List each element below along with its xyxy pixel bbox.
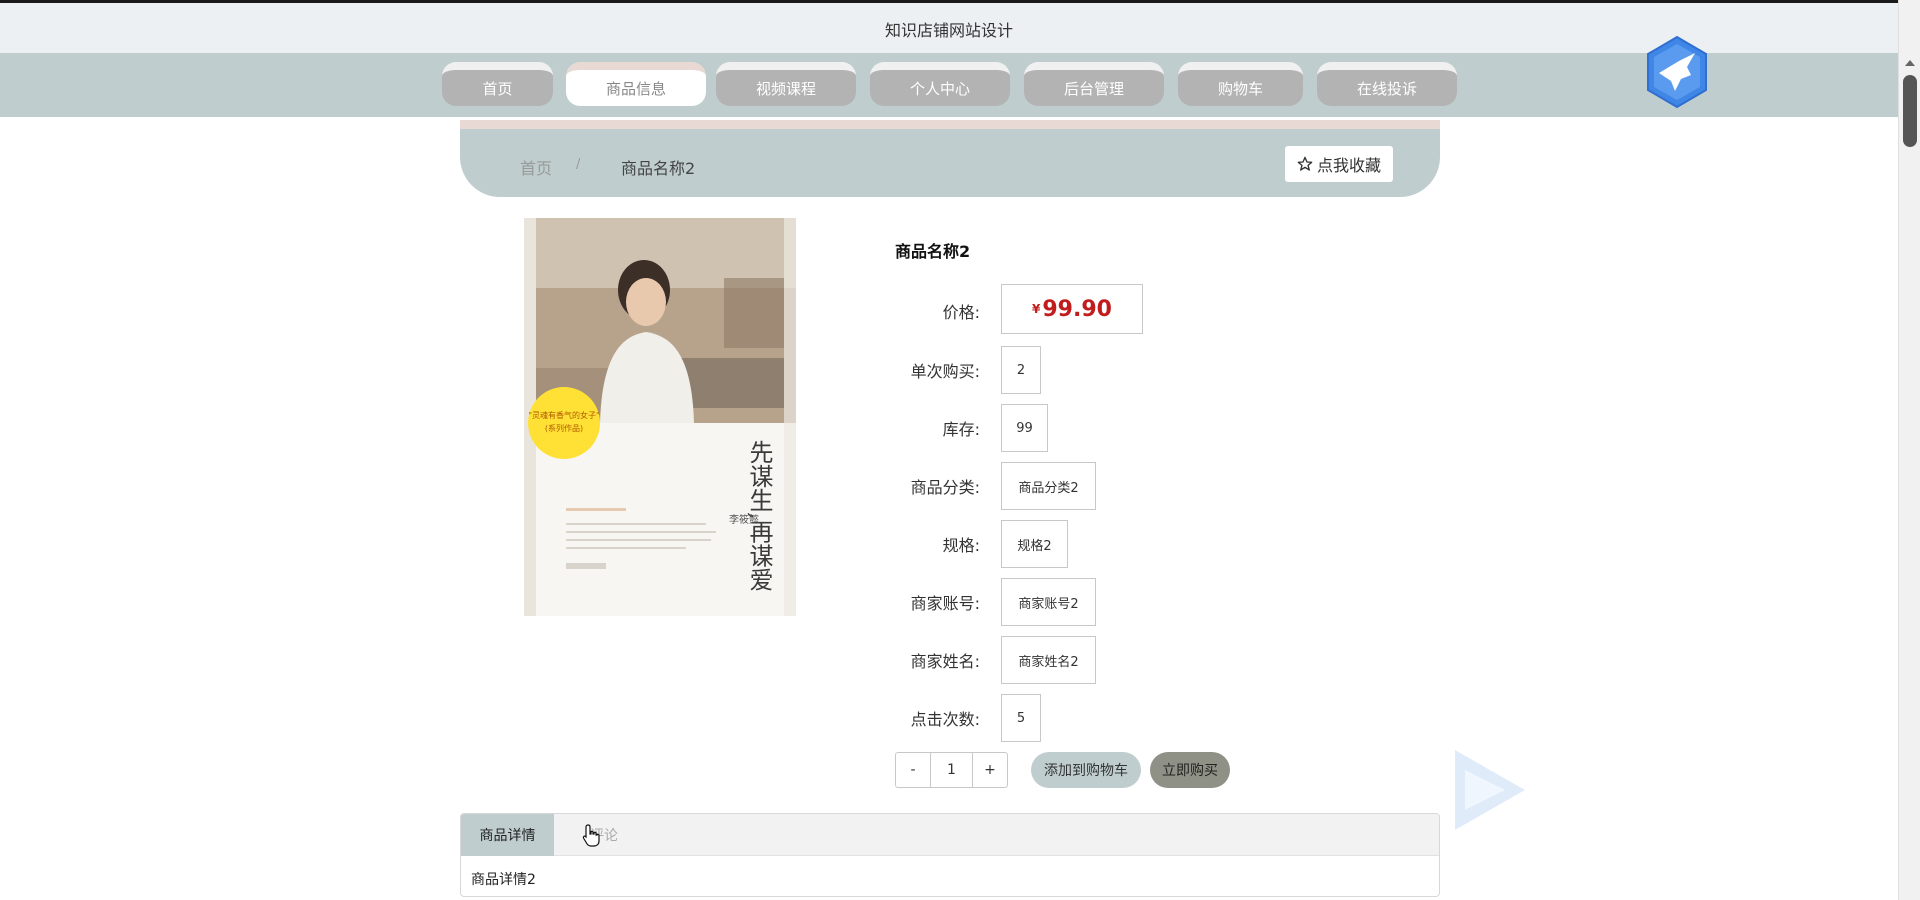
scroll-thumb[interactable]: [1903, 75, 1917, 147]
price-amount: 99.90: [1042, 296, 1112, 322]
cover-badge-line1: "灵魂有香气的女子": [528, 410, 599, 420]
favorite-button[interactable]: 点我收藏: [1285, 146, 1393, 182]
tab-header: 商品详情 评论: [461, 814, 1439, 856]
category-label: 商品分类:: [910, 478, 980, 497]
tab-comments[interactable]: 评论: [554, 814, 654, 856]
scroll-up-arrow-icon[interactable]: [1905, 60, 1915, 66]
nav-item-cart[interactable]: 购物车: [1178, 62, 1303, 106]
favorite-label: 点我收藏: [1316, 156, 1381, 175]
nav-item-admin[interactable]: 后台管理: [1024, 62, 1164, 106]
click-count-value: 5: [1001, 694, 1041, 742]
spec-value: 规格2: [1001, 520, 1068, 568]
category-value: 商品分类2: [1001, 462, 1096, 510]
site-title: 知识店铺网站设计: [884, 21, 1013, 40]
merchant-account-value: 商家账号2: [1001, 578, 1096, 626]
main-nav: 首页 商品信息 视频课程 个人中心 后台管理 购物车 在线投诉: [0, 53, 1898, 117]
single-purchase-label: 单次购买:: [910, 362, 980, 381]
nav-item-products[interactable]: 商品信息: [566, 62, 706, 106]
price-label: 价格:: [942, 303, 980, 322]
merchant-name-label: 商家姓名:: [910, 652, 980, 671]
hand-cursor-icon: [582, 824, 600, 847]
nav-item-home[interactable]: 首页: [442, 62, 553, 106]
product-tabs: 商品详情 评论 商品详情2: [460, 813, 1440, 897]
product-image: "灵魂有香气的女子" (系列作品) 先谋生,再谋爱 李筱懿: [524, 218, 796, 616]
breadcrumb: 首页 / 商品名称2 点我收藏: [460, 120, 1440, 197]
click-count-label: 点击次数:: [910, 710, 980, 729]
nav-item-complaints[interactable]: 在线投诉: [1317, 62, 1457, 106]
tab-product-details[interactable]: 商品详情: [461, 814, 554, 856]
star-outline-icon: [1297, 156, 1313, 171]
quantity-decrease-button[interactable]: -: [896, 753, 930, 787]
stock-value: 99: [1001, 404, 1048, 452]
add-to-cart-button[interactable]: 添加到购物车: [1031, 752, 1141, 788]
price-currency: ¥: [1032, 302, 1041, 316]
tab-content: 商品详情2: [471, 872, 536, 888]
price-value: ¥ 99.90: [1001, 284, 1143, 334]
play-decoration-icon: [1455, 750, 1525, 830]
cover-badge-line2: (系列作品): [545, 423, 583, 433]
single-purchase-value: 2: [1001, 346, 1041, 394]
merchant-name-value: 商家姓名2: [1001, 636, 1096, 684]
bird-logo-icon[interactable]: [1645, 35, 1709, 109]
header-bar: 知识店铺网站设计: [0, 0, 1898, 53]
quantity-input[interactable]: 1: [930, 753, 973, 787]
page-scrollbar[interactable]: [1898, 0, 1920, 900]
buy-now-button[interactable]: 立即购买: [1150, 752, 1230, 788]
breadcrumb-home[interactable]: 首页: [520, 155, 552, 179]
quantity-increase-button[interactable]: +: [973, 753, 1007, 787]
stock-label: 库存:: [942, 420, 980, 439]
spec-label: 规格:: [942, 536, 980, 555]
breadcrumb-current: 商品名称2: [621, 159, 696, 178]
quantity-stepper: - 1 +: [895, 752, 1008, 788]
cover-author: 李筱懿: [729, 513, 759, 526]
nav-item-personal-center[interactable]: 个人中心: [870, 62, 1010, 106]
product-name: 商品名称2: [895, 242, 971, 261]
breadcrumb-separator: /: [576, 157, 581, 172]
merchant-account-label: 商家账号:: [910, 594, 980, 613]
nav-item-video-courses[interactable]: 视频课程: [716, 62, 856, 106]
